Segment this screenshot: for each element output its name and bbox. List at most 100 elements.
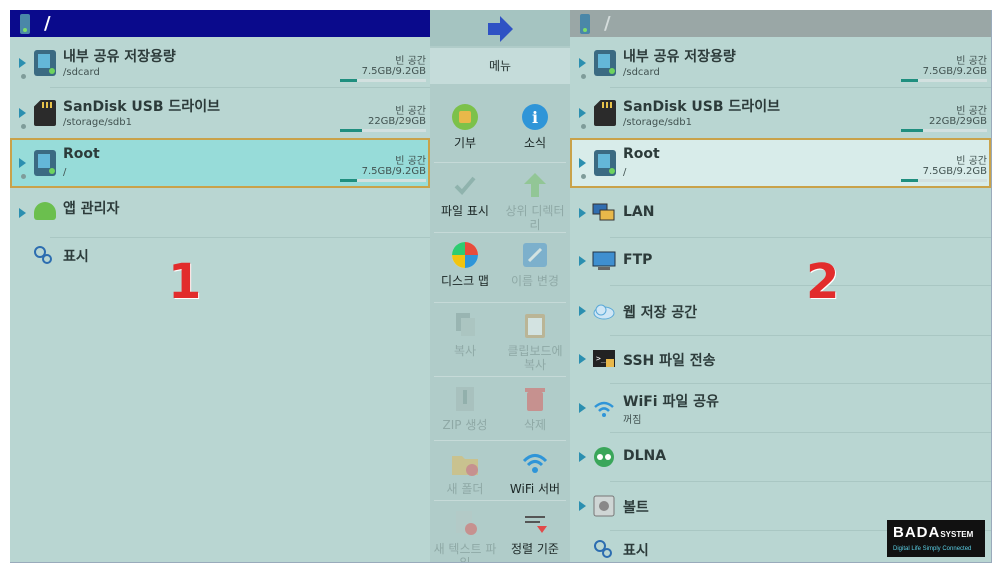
expand-arrow-icon[interactable]	[19, 58, 26, 68]
usage-bar	[340, 179, 426, 182]
storage-path: /	[623, 167, 627, 178]
network-item-5[interactable]: DLNA	[570, 434, 991, 482]
expand-arrow-icon[interactable]	[579, 58, 586, 68]
row-divider	[610, 285, 991, 286]
storage-name: Root	[63, 146, 100, 162]
menu-item-1[interactable]: i 소식	[500, 102, 570, 150]
storage-name: 내부 공유 저장용량	[63, 49, 176, 65]
lan-icon	[592, 202, 616, 224]
menu-item-7[interactable]: 클립보드에 복사	[500, 310, 570, 372]
expand-arrow-icon[interactable]	[579, 354, 586, 364]
expand-arrow-icon[interactable]	[579, 306, 586, 316]
menu-item-10[interactable]: 새 폴더	[430, 448, 500, 496]
switch-pane-button[interactable]	[430, 10, 570, 46]
free-space-label: 빈 공간	[395, 56, 426, 67]
expand-arrow-icon[interactable]	[19, 158, 26, 168]
right-arrow-icon	[488, 16, 513, 42]
expand-arrow-icon[interactable]	[579, 158, 586, 168]
network-label: 웹 저장 공간	[623, 305, 698, 321]
usage-bar	[901, 79, 987, 82]
expand-arrow-icon[interactable]	[579, 403, 586, 413]
storage-usb[interactable]: SanDisk USB 드라이브 /storage/sdb1 빈 공간 22GB…	[570, 90, 991, 138]
menu-item-12[interactable]: 새 텍스트 파일	[430, 508, 500, 562]
menu-item-3[interactable]: 상위 디렉터리	[500, 170, 570, 232]
expand-arrow-icon[interactable]	[19, 108, 26, 118]
svg-text:>_: >_	[596, 354, 606, 363]
menu-item-9[interactable]: 삭제	[500, 384, 570, 432]
free-space-value: 7.5GB/9.2GB	[361, 66, 426, 77]
row-divider	[610, 383, 991, 384]
usage-bar	[901, 129, 987, 132]
storage-root[interactable]: Root / 빈 공간 7.5GB/9.2GB	[570, 138, 991, 188]
storage-internal[interactable]: 내부 공유 저장용량 /sdcard 빈 공간 7.5GB/9.2GB	[10, 40, 430, 88]
network-label: DLNA	[623, 448, 667, 464]
left-path: /	[44, 13, 51, 34]
dlna-icon	[592, 446, 616, 468]
free-space-value: 7.5GB/9.2GB	[361, 166, 426, 177]
new-folder-icon	[450, 448, 480, 478]
network-item-4[interactable]: WiFi 파일 공유 꺼짐	[570, 385, 991, 433]
display-label: 표시	[623, 543, 649, 559]
menu-item-8[interactable]: ZIP 생성	[430, 384, 500, 432]
right-pane: / 내부 공유 저장용량 /sdcard 빈 공간 7.5GB/9.2GB Sa…	[570, 10, 991, 562]
expand-arrow-icon[interactable]	[19, 208, 26, 218]
expand-arrow-icon[interactable]	[579, 501, 586, 511]
menu-item-label: 소식	[523, 136, 547, 150]
storage-root[interactable]: Root / 빈 공간 7.5GB/9.2GB	[10, 138, 430, 188]
free-space-label: 빈 공간	[395, 106, 426, 117]
menu-item-6[interactable]: 복사	[430, 310, 500, 358]
storage-path: /storage/sdb1	[623, 117, 692, 128]
menu-item-label: 정렬 기준	[511, 542, 559, 556]
left-titlebar[interactable]: /	[10, 10, 430, 37]
menu-item-label: ZIP 생성	[442, 418, 488, 432]
network-item-2[interactable]: 웹 저장 공간	[570, 288, 991, 336]
free-space-label: 빈 공간	[956, 106, 987, 117]
row-divider	[50, 87, 430, 88]
row-divider	[610, 87, 991, 88]
expand-arrow-icon[interactable]	[579, 256, 586, 266]
row-divider	[610, 481, 991, 482]
menu-item-label: 상위 디렉터리	[505, 204, 565, 232]
storage-usb[interactable]: SanDisk USB 드라이브 /storage/sdb1 빈 공간 22GB…	[10, 90, 430, 138]
ssh-icon: >_	[592, 348, 616, 370]
expand-arrow-icon[interactable]	[579, 452, 586, 462]
network-label: WiFi 파일 공유	[623, 394, 719, 410]
sort-icon	[520, 508, 550, 538]
phone-storage-icon	[594, 150, 616, 176]
network-item-3[interactable]: >_ SSH 파일 전송	[570, 336, 991, 384]
status-dot	[21, 174, 26, 179]
menu-item-5[interactable]: 이름 변경	[500, 240, 570, 288]
wifi-icon	[520, 448, 550, 478]
screenshot-frame: / 내부 공유 저장용량 /sdcard 빈 공간 7.5GB/9.2GB Sa…	[10, 10, 992, 563]
menu-divider	[434, 440, 566, 441]
storage-path: /sdcard	[63, 67, 100, 78]
clipboard-icon	[520, 310, 550, 340]
network-item-0[interactable]: LAN	[570, 190, 991, 238]
menu-item-11[interactable]: WiFi 서버	[500, 448, 570, 496]
display-settings[interactable]: 표시	[10, 238, 430, 286]
status-dot	[581, 174, 586, 179]
android-icon	[34, 202, 56, 220]
expand-arrow-icon[interactable]	[579, 208, 586, 218]
expand-arrow-icon[interactable]	[579, 108, 586, 118]
usage-bar	[340, 129, 426, 132]
wifi-icon	[592, 397, 616, 419]
right-titlebar[interactable]: /	[570, 10, 991, 37]
free-space-value: 7.5GB/9.2GB	[922, 66, 987, 77]
phone-storage-icon	[594, 50, 616, 76]
menu-panel: 메뉴 기부 i 소식 파일 표시 상위 디렉터리 디스크 맵 이름 변경 복사 클립보드에 복사…	[430, 10, 570, 562]
storage-internal[interactable]: 내부 공유 저장용량 /sdcard 빈 공간 7.5GB/9.2GB	[570, 40, 991, 88]
ftp-icon	[592, 250, 616, 272]
menu-item-13[interactable]: 정렬 기준	[500, 508, 570, 556]
status-dot	[581, 74, 586, 79]
menu-divider	[434, 376, 566, 377]
sd-card-icon	[594, 100, 616, 126]
menu-item-2[interactable]: 파일 표시	[430, 170, 500, 218]
app-manager[interactable]: 앱 관리자	[10, 190, 430, 238]
menu-item-4[interactable]: 디스크 맵	[430, 240, 500, 288]
network-item-1[interactable]: FTP	[570, 238, 991, 286]
check-icon	[450, 170, 480, 200]
zip-icon	[450, 384, 480, 414]
free-space-label: 빈 공간	[956, 156, 987, 167]
menu-item-0[interactable]: 기부	[430, 102, 500, 150]
